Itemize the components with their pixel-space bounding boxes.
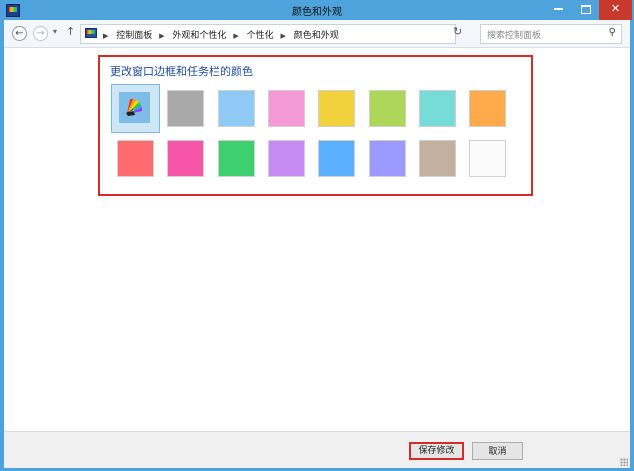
color-swatch[interactable] [161, 134, 210, 183]
swatch-fill [368, 90, 406, 127]
maximize-icon [580, 4, 591, 14]
resize-grip-icon[interactable] [620, 458, 628, 466]
close-icon: ✕ [610, 2, 621, 15]
section-heading: 更改窗口边框和任务栏的颜色 [110, 65, 253, 78]
swatch-fill [418, 90, 456, 127]
swatch-fill [267, 140, 305, 177]
color-swatch[interactable] [262, 134, 311, 183]
refresh-icon[interactable]: ↻ [453, 25, 462, 38]
search-input[interactable]: 搜索控制面板 [487, 28, 541, 41]
swatch-fill [117, 140, 154, 177]
breadcrumb-item[interactable]: 控制面板 [116, 31, 152, 41]
swatch-fill [167, 90, 205, 127]
breadcrumb-item[interactable]: 个性化 [247, 31, 274, 41]
search-icon[interactable]: ⚲ [609, 27, 616, 38]
client-area: ← → ▾ ↑ ▶ 控制面板 ▶ 外观和个性化 ▶ 个性化 ▶ 颜色和外观 ▾ … [4, 20, 630, 468]
breadcrumb: ▶ 控制面板 ▶ 外观和个性化 ▶ 个性化 ▶ 颜色和外观 [103, 28, 343, 41]
address-bar[interactable]: ▶ 控制面板 ▶ 外观和个性化 ▶ 个性化 ▶ 颜色和外观 ▾ [80, 24, 519, 44]
color-swatch[interactable] [312, 84, 361, 133]
minimize-icon [554, 8, 563, 10]
forward-arrow-icon: → [36, 28, 45, 39]
swatch-fill [469, 90, 507, 127]
color-swatch[interactable] [363, 134, 412, 183]
swatch-fill [318, 140, 356, 177]
color-swatch[interactable] [312, 134, 361, 183]
forward-button[interactable]: → [33, 26, 48, 41]
swatch-fill [167, 140, 205, 177]
breadcrumb-separator-icon: ▶ [103, 32, 109, 40]
color-swatch[interactable] [463, 84, 512, 133]
cancel-button[interactable]: 取消 [472, 442, 523, 460]
auto-color-swatch[interactable] [111, 84, 160, 133]
swatch-fill [368, 140, 406, 177]
title-bar[interactable]: 颜色和外观 ✕ [0, 0, 634, 20]
color-picker-panel: 更改窗口边框和任务栏的颜色 [98, 55, 533, 196]
swatch-fill [217, 90, 255, 127]
close-button[interactable]: ✕ [599, 0, 632, 20]
footer-bar: 保存修改 取消 [4, 431, 630, 468]
color-swatch[interactable] [161, 84, 210, 133]
swatch-fill [267, 90, 305, 127]
save-changes-button[interactable]: 保存修改 [409, 442, 464, 460]
minimize-button[interactable] [545, 0, 572, 20]
search-box[interactable]: 搜索控制面板 ⚲ [480, 24, 622, 44]
color-swatch[interactable] [413, 84, 462, 133]
navigation-bar: ← → ▾ ↑ ▶ 控制面板 ▶ 外观和个性化 ▶ 个性化 ▶ 颜色和外观 ▾ … [4, 20, 630, 48]
breadcrumb-separator-icon[interactable]: ▶ [159, 32, 164, 40]
swatch-fill [469, 140, 507, 177]
color-swatch[interactable] [111, 134, 160, 183]
swatch-fill [318, 90, 356, 127]
color-swatch[interactable] [413, 134, 462, 183]
automatic-color-icon [119, 92, 150, 123]
window-title: 颜色和外观 [292, 7, 342, 18]
color-swatch[interactable] [363, 84, 412, 133]
back-button[interactable]: ← [12, 26, 27, 41]
up-button[interactable]: ↑ [66, 25, 75, 38]
window: 颜色和外观 ✕ ← → ▾ ↑ ▶ 控制面板 ▶ 外观和个性化 ▶ 个性化 ▶ … [0, 0, 634, 471]
breadcrumb-item[interactable]: 外观和个性化 [172, 31, 226, 41]
color-swatch[interactable] [212, 84, 261, 133]
breadcrumb-item[interactable]: 颜色和外观 [294, 31, 339, 41]
control-panel-icon [85, 28, 97, 38]
swatch-fill [217, 140, 255, 177]
breadcrumb-separator-icon[interactable]: ▶ [233, 32, 238, 40]
color-swatch[interactable] [212, 134, 261, 183]
color-swatch[interactable] [463, 134, 512, 183]
up-arrow-icon: ↑ [66, 25, 76, 38]
recent-locations-chevron-icon[interactable]: ▾ [53, 27, 57, 36]
maximize-button[interactable] [572, 0, 599, 20]
back-arrow-icon: ← [15, 28, 24, 39]
color-swatch[interactable] [262, 84, 311, 133]
swatch-fill [418, 140, 456, 177]
breadcrumb-separator-icon[interactable]: ▶ [280, 32, 285, 40]
